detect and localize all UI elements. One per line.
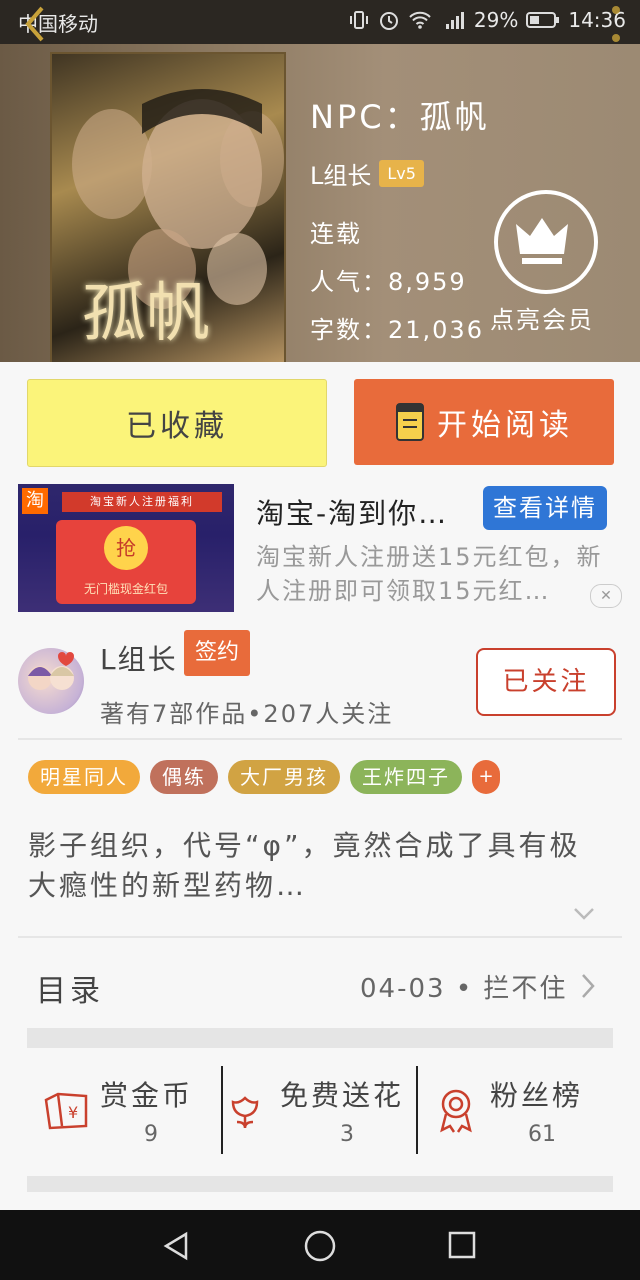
author-name[interactable]: L组长 — [310, 156, 371, 191]
author-stats: 著有7部作品•207人关注 — [100, 700, 394, 728]
battery-percent: 29% — [473, 8, 519, 32]
free-flower-button[interactable]: 免费送花 3 — [224, 1064, 416, 1158]
book-icon — [396, 403, 424, 441]
collected-label: 已收藏 — [126, 409, 228, 444]
back-arrow-icon[interactable] — [22, 4, 48, 44]
vip-label[interactable]: 点亮会员 — [490, 300, 594, 335]
ad-description: 淘宝新人注册送15元红包，新人注册即可领取15元红… — [256, 543, 603, 605]
avatar[interactable] — [18, 648, 84, 714]
follow-button[interactable]: 已关注 — [476, 648, 616, 716]
reward-separator — [221, 1066, 223, 1154]
ad-details-button[interactable]: 查看详情 — [483, 486, 607, 530]
book-title: NPC：孤帆 — [310, 98, 490, 136]
tag-item[interactable]: 明星同人 — [28, 760, 140, 794]
grab-badge: 抢 — [104, 526, 148, 570]
more-icon[interactable] — [606, 4, 626, 44]
book-intro[interactable]: 影子组织，代号“φ”，竟然合成了具有极大瘾性的新型药物… — [28, 826, 608, 906]
tag-list: 明星同人 偶练 大厂男孩 王炸四子 + — [28, 760, 500, 794]
fan-ranking-value: 61 — [528, 1122, 556, 1147]
navigation-bar — [0, 1210, 640, 1280]
vip-button[interactable] — [494, 190, 598, 294]
avatar-figures — [28, 652, 74, 690]
cover-title: 孤帆 — [82, 277, 210, 351]
word-count: 字数：21,036 — [310, 316, 484, 344]
fan-ranking-label: 粉丝榜 — [490, 1079, 584, 1112]
ad-envelope-caption: 无门槛现金红包 — [83, 582, 168, 596]
battery-icon — [526, 12, 560, 28]
tag-item[interactable]: 王炸四子 — [350, 760, 462, 794]
vibrate-icon — [349, 11, 368, 29]
recent-apps-icon[interactable] — [447, 1230, 477, 1260]
reward-coin-label: 赏金币 — [100, 1079, 194, 1112]
author-row[interactable]: L组长 Lv5 — [310, 156, 424, 191]
catalog-label: 目录 — [36, 974, 104, 1009]
ad-title[interactable]: 淘宝-淘到你… — [256, 492, 448, 532]
chevron-right-icon — [582, 974, 595, 998]
free-flower-value: 3 — [340, 1122, 354, 1147]
flower-icon — [231, 1096, 259, 1129]
chevron-down-icon[interactable] — [572, 906, 596, 922]
reward-coin-value: 9 — [144, 1122, 158, 1147]
reward-separator — [416, 1066, 418, 1154]
status-icons: 29% 14:36 — [348, 8, 626, 32]
add-tag-button[interactable]: + — [472, 760, 500, 794]
red-envelope-icon: ¥ — [44, 1092, 88, 1130]
signed-badge: 签约 — [184, 630, 250, 676]
back-icon[interactable] — [160, 1230, 192, 1262]
tag-item[interactable]: 偶练 — [150, 760, 218, 794]
latest-chapter: 04-03 • 拦不住 — [360, 974, 568, 1004]
taobao-logo: 淘 — [22, 488, 48, 514]
book-header: 孤帆 NPC：孤帆 L组长 Lv5 连载 人气：8,959 字数：21,036 … — [0, 44, 640, 362]
collected-button[interactable]: 已收藏 — [27, 379, 327, 467]
tag-item[interactable]: 大厂男孩 — [228, 760, 340, 794]
divider — [18, 738, 622, 740]
fan-ranking-button[interactable]: 粉丝榜 61 — [420, 1064, 610, 1158]
home-icon[interactable] — [303, 1229, 337, 1263]
start-reading-label: 开始阅读 — [437, 408, 573, 443]
ad-banner-strip: 淘宝新人注册福利 — [62, 492, 222, 512]
alarm-icon — [379, 12, 398, 30]
ad-close-button[interactable]: ✕ — [590, 584, 622, 608]
free-flower-label: 免费送花 — [280, 1079, 405, 1112]
status-bar: 中国移动 29% 14:36 — [0, 0, 640, 44]
signal-icon — [445, 12, 464, 29]
section-separator — [27, 1028, 613, 1048]
crown-icon — [516, 218, 568, 264]
author-level-badge: Lv5 — [379, 160, 424, 187]
section-separator — [27, 1176, 613, 1192]
ad-image[interactable]: 淘 淘宝新人注册福利 抢 无门槛现金红包 — [18, 484, 234, 612]
serial-status: 连载 — [310, 220, 362, 248]
wifi-icon — [409, 11, 431, 29]
author-name-secondary[interactable]: L组长 — [100, 638, 178, 678]
svg-text:¥: ¥ — [68, 1103, 78, 1122]
popularity: 人气：8,959 — [310, 268, 467, 296]
start-reading-button[interactable]: 开始阅读 — [354, 379, 614, 465]
book-cover[interactable]: 孤帆 — [50, 52, 286, 362]
medal-icon — [440, 1089, 472, 1133]
reward-coin-button[interactable]: ¥ 赏金币 9 — [30, 1064, 220, 1158]
